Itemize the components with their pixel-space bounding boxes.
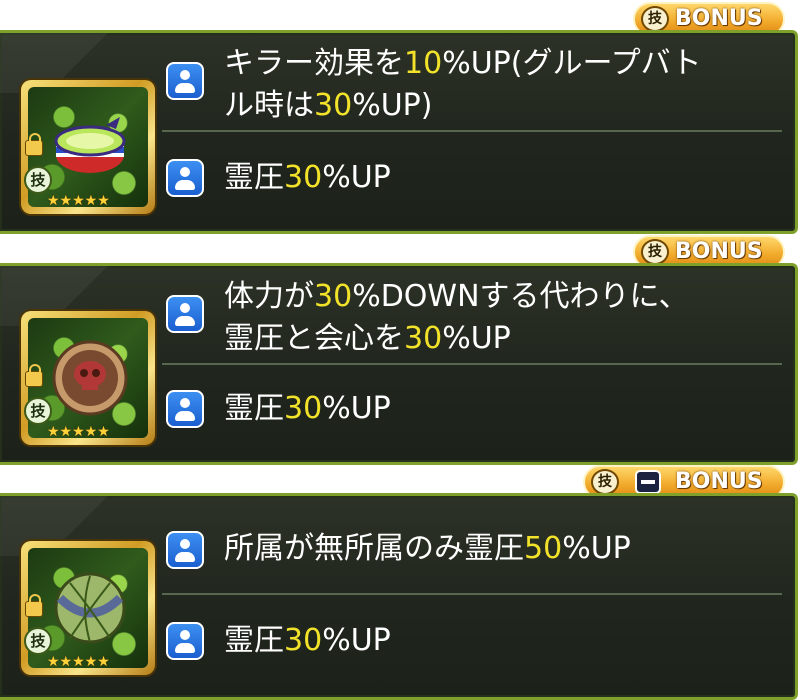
- effect-text: 霊圧30%UP: [224, 391, 391, 426]
- bonus-card-1: 技 BONUS 技 ★★★★★ キラー効果を10%UP(グループバト ル時は30…: [0, 0, 800, 236]
- user-icon: [166, 531, 204, 569]
- effect-row-1: キラー効果を10%UP(グループバト ル時は30%UP): [162, 44, 794, 124]
- user-icon: [166, 159, 204, 197]
- lock-icon: [25, 133, 43, 156]
- skill-tech-icon: 技: [24, 627, 52, 655]
- green-ball-icon: [54, 572, 126, 644]
- item-thumbnail[interactable]: 技 ★★★★★: [21, 80, 155, 214]
- lock-icon: [25, 364, 43, 387]
- effect-row-2: 霊圧30%UP: [162, 156, 794, 200]
- skill-tech-icon: 技: [24, 166, 52, 194]
- effect-row-2: 霊圧30%UP: [162, 387, 794, 431]
- bonus-card-2: 技 BONUS 技 ★★★★★ 体力が30%DOWNする代わりに、 霊圧と会心を…: [0, 233, 800, 467]
- rarity-stars: ★★★★★: [47, 654, 110, 670]
- effect-text-line2: 霊圧と会心を30%UP: [224, 321, 511, 356]
- user-icon: [166, 62, 204, 100]
- rarity-stars: ★★★★★: [47, 193, 110, 209]
- effect-text: 霊圧30%UP: [224, 623, 391, 658]
- user-icon: [166, 295, 204, 333]
- row-divider: [162, 593, 782, 595]
- skill-tech-icon: 技: [24, 397, 52, 425]
- row-divider: [162, 363, 782, 365]
- effect-row-2: 霊圧30%UP: [162, 619, 794, 663]
- skill-tech-icon: 技: [641, 239, 669, 265]
- row-divider: [162, 130, 782, 132]
- item-thumbnail[interactable]: 技 ★★★★★: [21, 311, 155, 445]
- bonus-card-3: 技 BONUS 技 ★★★★★ 所属が無所属のみ霊圧50%UP 霊圧30%UP: [0, 463, 800, 700]
- minus-icon: [635, 470, 661, 494]
- effect-text-line2: ル時は30%UP): [224, 88, 433, 123]
- effect-row-1: 体力が30%DOWNする代わりに、 霊圧と会心を30%UP: [162, 277, 794, 357]
- skill-tech-icon: 技: [591, 469, 619, 495]
- effect-text: 所属が無所属のみ霊圧50%UP: [224, 531, 631, 566]
- item-thumbnail[interactable]: 技 ★★★★★: [21, 541, 155, 675]
- headband-icon: [54, 117, 126, 173]
- user-icon: [166, 390, 204, 428]
- effect-text: キラー効果を10%UP(グループバト: [224, 46, 702, 81]
- effect-row-1: 所属が無所属のみ霊圧50%UP: [162, 523, 794, 569]
- effect-text: 霊圧30%UP: [224, 160, 391, 195]
- skull-orb-icon: [52, 340, 128, 416]
- lock-icon: [25, 594, 43, 617]
- effect-text: 体力が30%DOWNする代わりに、: [224, 279, 689, 314]
- user-icon: [166, 622, 204, 660]
- skill-tech-icon: 技: [641, 6, 669, 32]
- rarity-stars: ★★★★★: [47, 424, 110, 440]
